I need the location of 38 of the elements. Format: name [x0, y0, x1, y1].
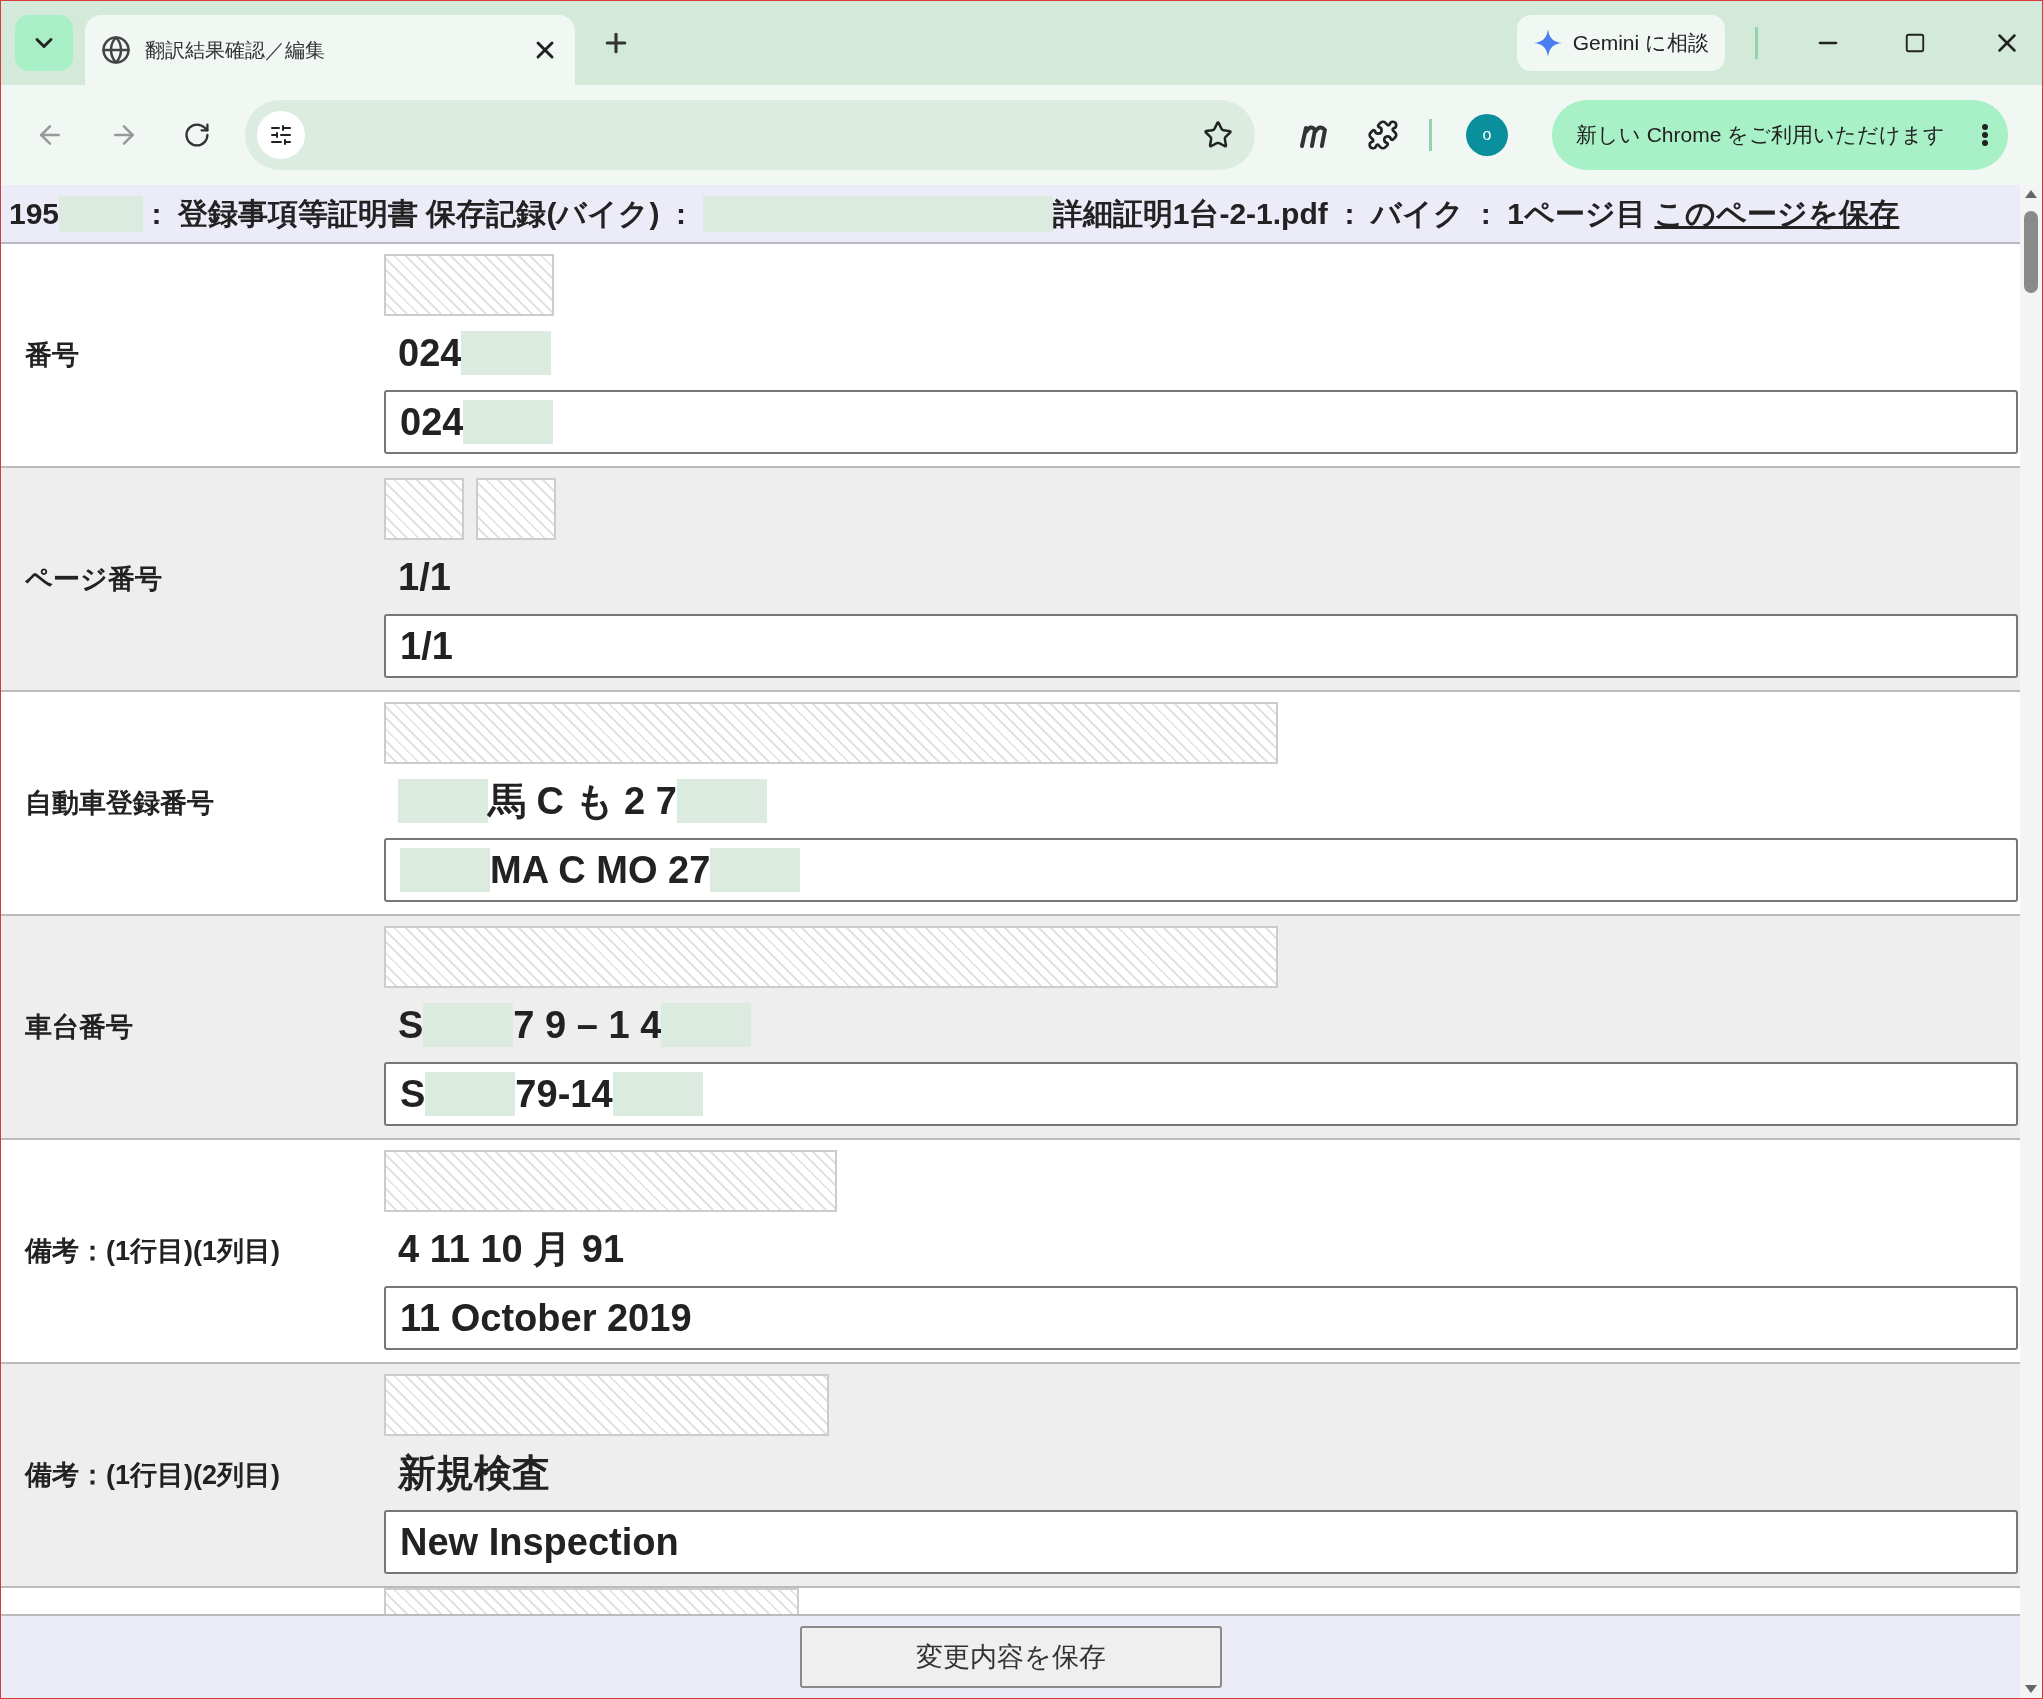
field-label: 自動車登録番号: [25, 786, 214, 820]
save-page-link[interactable]: このページを保存: [1654, 191, 1900, 236]
recognized-text: 4 11 10 月 91: [398, 1226, 625, 1272]
gemini-button[interactable]: Gemini に相談: [1516, 15, 1725, 71]
globe-icon: [101, 35, 131, 65]
header-text: : 登録事項等証明書 保存記録(バイク) :: [150, 196, 688, 232]
translation-field[interactable]: 1/1: [384, 614, 2018, 678]
recognized-text: 7 9 – 1 4: [513, 1002, 662, 1048]
field-label: 備考：(1行目)(2列目): [25, 1458, 280, 1492]
field-label: ページ番号: [25, 562, 162, 596]
scroll-up-icon: [2024, 189, 2038, 199]
recognized-text: 新規検査: [398, 1450, 550, 1496]
field-label: 車台番号: [25, 1010, 133, 1044]
field-label: 備考：(1行目)(1列目): [25, 1234, 280, 1268]
translation-field[interactable]: S 79-14: [384, 1062, 2018, 1126]
maximize-icon[interactable]: [1904, 32, 1926, 54]
header-text: 195: [9, 196, 60, 232]
translation-field[interactable]: 11 October 2019: [384, 1286, 2018, 1350]
translation-field[interactable]: MA C MO 27: [384, 838, 2018, 902]
scroll-thumb[interactable]: [2024, 211, 2038, 293]
recognized-text: 1/1: [398, 554, 451, 600]
extensions-icon[interactable]: [1367, 119, 1399, 151]
save-changes-button[interactable]: 変更内容を保存: [799, 1626, 1222, 1688]
reload-icon[interactable]: [182, 121, 211, 149]
header-text: 詳細証明1台-2-1.pdf : バイク : 1ページ目: [1052, 196, 1648, 232]
site-settings-icon[interactable]: [256, 111, 305, 159]
translation-field[interactable]: New Inspection: [384, 1510, 2018, 1574]
recognized-text: 馬 C も 2 7: [488, 778, 677, 824]
browser-tab[interactable]: 翻訳結果確認／編集: [85, 15, 575, 85]
field-label: 番号: [25, 338, 79, 372]
recognized-text: 024: [398, 330, 462, 376]
update-chrome-button[interactable]: 新しい Chrome をご利用いただけます: [1551, 100, 2008, 170]
more-icon: [1982, 124, 1988, 146]
scroll-down-icon: [2024, 1684, 2038, 1694]
recognized-text: S: [398, 1002, 424, 1048]
profile-avatar[interactable]: o: [1466, 114, 1508, 156]
bookmark-star-icon[interactable]: [1203, 120, 1234, 150]
translation-field[interactable]: 024: [384, 390, 2018, 454]
